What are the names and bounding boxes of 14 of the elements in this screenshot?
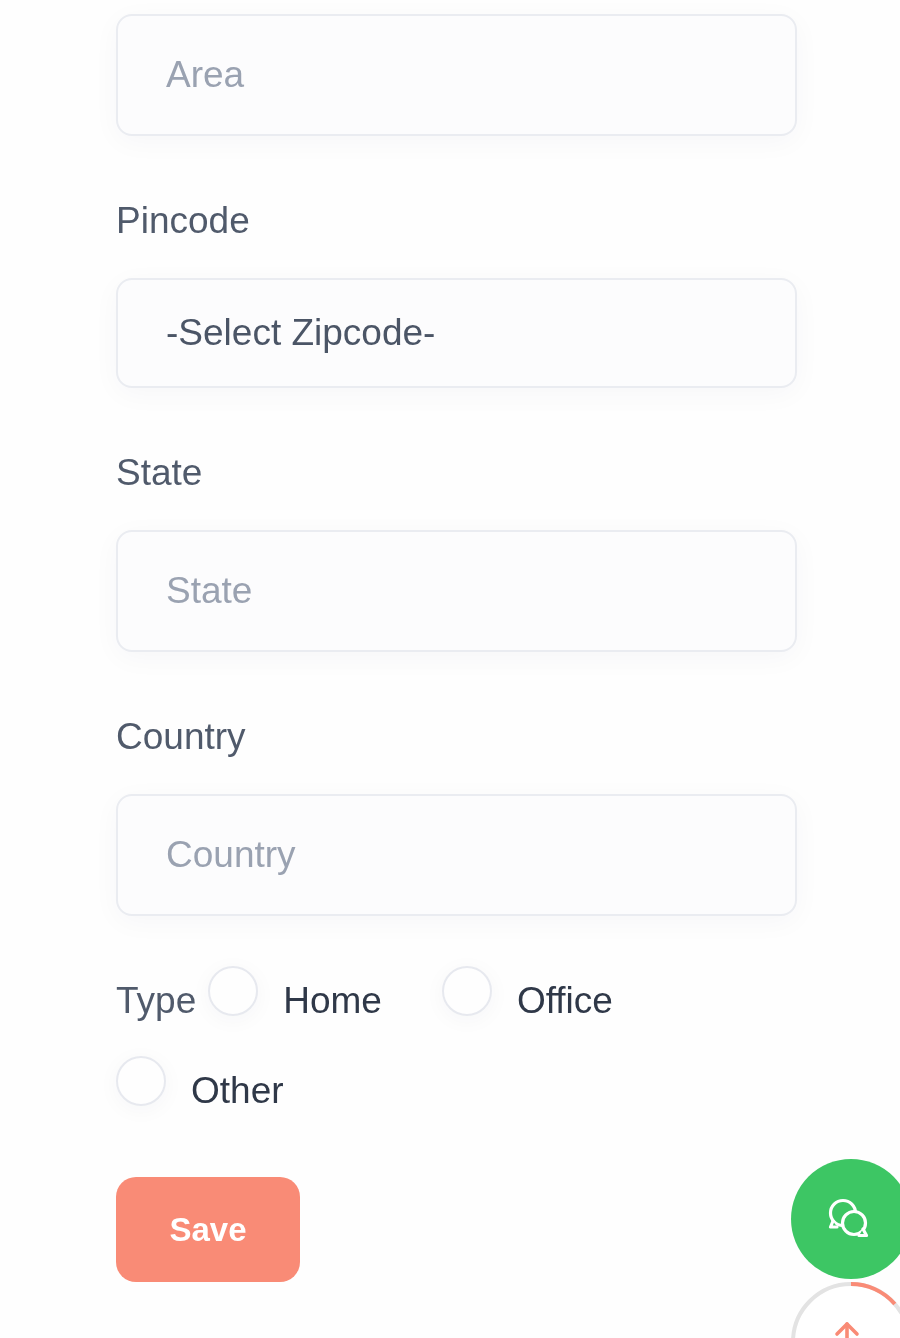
field-label: Type	[116, 979, 197, 1023]
scroll-top-button[interactable]	[791, 1282, 900, 1338]
option-label: Other	[191, 1069, 284, 1113]
dropdown-select[interactable]: -Select Zipcode-	[116, 278, 797, 388]
field-label: Pincode	[116, 199, 250, 243]
field-label: Country	[116, 715, 246, 759]
field-label: State	[116, 451, 203, 495]
chat-bubbles-icon	[827, 1197, 870, 1239]
option-label: Home	[283, 979, 382, 1023]
option-label: Office	[516, 979, 613, 1023]
chat-button[interactable]	[791, 1159, 900, 1279]
text-field[interactable]: Country	[116, 794, 797, 916]
text-field[interactable]: State	[116, 530, 797, 652]
text-field[interactable]: Area	[116, 14, 797, 136]
